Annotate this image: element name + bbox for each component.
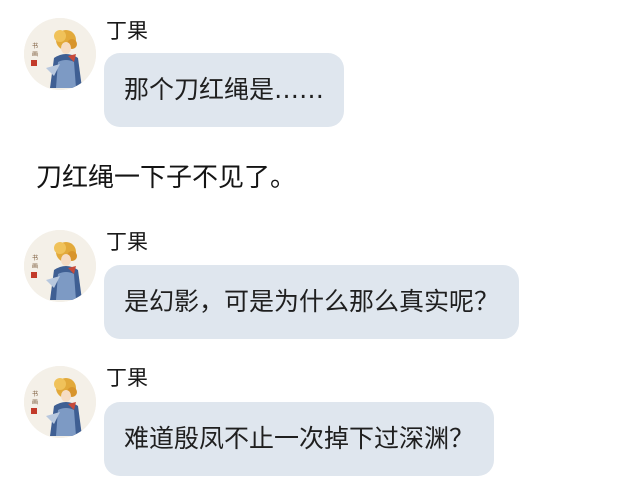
anime-character-avatar-icon: 书 画 — [24, 18, 96, 90]
anime-character-avatar-icon: 书 画 — [24, 230, 96, 302]
sender-name: 丁果 — [106, 230, 148, 254]
svg-text:画: 画 — [32, 51, 38, 58]
avatar[interactable]: 书 画 — [24, 18, 96, 90]
svg-text:书: 书 — [32, 42, 38, 50]
svg-text:书: 书 — [32, 390, 38, 398]
sender-name: 丁果 — [106, 19, 148, 43]
chat-message: 书 画 丁果 难道殷凤不止一次掉下过深渊？ — [0, 355, 640, 485]
svg-text:画: 画 — [32, 399, 38, 406]
message-bubble[interactable]: 那个刀红绳是…… — [104, 53, 345, 127]
avatar[interactable]: 书 画 — [24, 230, 96, 302]
narration-text: 刀红绳一下子不见了。 — [36, 163, 297, 193]
sender-name: 丁果 — [106, 366, 148, 390]
message-bubble[interactable]: 难道殷凤不止一次掉下过深渊？ — [104, 402, 495, 476]
chat-message: 书 画 丁果 是幻影，可是为什么那么真实呢？ — [0, 220, 640, 350]
avatar[interactable]: 书 画 — [24, 366, 96, 438]
chat-message: 书 画 丁果 那个刀红绳是…… — [0, 0, 640, 140]
svg-text:画: 画 — [32, 263, 38, 270]
svg-text:书: 书 — [32, 254, 38, 262]
anime-character-avatar-icon: 书 画 — [24, 366, 96, 438]
message-bubble[interactable]: 是幻影，可是为什么那么真实呢？ — [104, 265, 520, 339]
